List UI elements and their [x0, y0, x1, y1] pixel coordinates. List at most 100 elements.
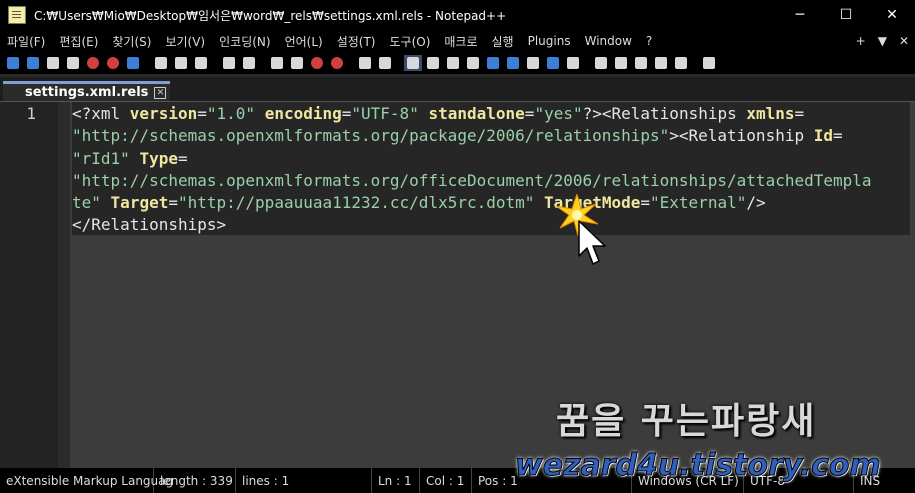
menu-tools[interactable]: 도구(O) [383, 33, 438, 50]
code-token: = [341, 104, 352, 123]
macro-run-multiple-icon[interactable] [652, 55, 670, 71]
macro-play-icon[interactable] [632, 55, 650, 71]
code-token: <? [72, 104, 92, 123]
tab-list-dropdown[interactable]: ▼ [878, 34, 887, 48]
code-token: = [794, 104, 805, 123]
save-icon[interactable] [44, 55, 62, 71]
line-number-gutter: 1 [0, 102, 70, 468]
menu-file[interactable]: 파일(F) [0, 33, 52, 50]
toolbar-separator [692, 55, 698, 71]
menu-encoding[interactable]: 인코딩(N) [212, 33, 277, 50]
code-token: Type [139, 148, 178, 168]
menu-macro[interactable]: 매크로 [437, 33, 484, 50]
code-token: ><Relationship [669, 126, 814, 146]
toolbar-separator [396, 55, 402, 71]
toolbar-separator [212, 55, 218, 71]
code-token: "http://ppaauuaa11232.cc/dlx5rc.dotm" [177, 193, 535, 213]
macro-stop-icon[interactable] [612, 55, 630, 71]
status-language: eXtensible Markup Languag [0, 468, 173, 493]
cut-icon[interactable] [152, 55, 170, 71]
replace-icon[interactable] [288, 55, 306, 71]
folder-workspace-icon[interactable] [504, 55, 522, 71]
code-token: /> [746, 193, 766, 213]
copy-icon[interactable] [172, 55, 190, 71]
close-document-button[interactable]: ✕ [899, 34, 909, 48]
code-token: "UTF-8" [351, 104, 419, 123]
menu-plugins[interactable]: Plugins [521, 34, 578, 48]
status-ln: Ln : 1 [372, 468, 420, 493]
toolbar-grip-icon[interactable] [700, 55, 718, 71]
toolbar-separator [260, 55, 266, 71]
tab-bar: settings.xml.rels ✕ [0, 77, 915, 102]
zoom-out-icon[interactable] [328, 55, 346, 71]
paste-icon[interactable] [192, 55, 210, 71]
window-title: C:₩Users₩Mio₩Desktop₩임서은₩word₩_rels₩sett… [34, 8, 507, 23]
word-wrap-icon[interactable] [404, 55, 422, 71]
redo-icon[interactable] [240, 55, 258, 71]
close-all-icon[interactable] [104, 55, 122, 71]
code-line[interactable]: "rId1" Type= [72, 148, 910, 170]
indent-guide-icon[interactable] [444, 55, 462, 71]
code-token: "External" [650, 193, 747, 213]
code-token: = [640, 193, 651, 213]
minimize-button[interactable]: ─ [777, 0, 823, 30]
notepadpp-window: C:₩Users₩Mio₩Desktop₩임서은₩word₩_rels₩sett… [0, 0, 915, 493]
undo-icon[interactable] [220, 55, 238, 71]
tab-settings-xml-rels[interactable]: settings.xml.rels ✕ [3, 81, 171, 101]
close-button[interactable]: ✕ [869, 0, 915, 30]
menu-settings[interactable]: 설정(T) [330, 33, 383, 50]
new-file-icon[interactable] [4, 55, 22, 71]
close-file-icon[interactable] [84, 55, 102, 71]
status-length: length : 339 [154, 468, 236, 493]
toolbar-separator [348, 55, 354, 71]
mouse-pointer-icon [578, 220, 606, 265]
code-token: "1.0" [206, 104, 256, 123]
code-token: xml [91, 104, 130, 123]
maximize-button[interactable]: ☐ [823, 0, 869, 30]
eye-icon[interactable] [564, 55, 582, 71]
macro-save-icon[interactable] [672, 55, 690, 71]
code-line[interactable]: te" Target="http://ppaauuaa11232.cc/dlx5… [72, 192, 910, 214]
find-icon[interactable] [268, 55, 286, 71]
menu-window[interactable]: Window [578, 34, 639, 48]
code-text[interactable]: <?xml version="1.0" encoding="UTF-8" sta… [72, 102, 910, 235]
menu-edit[interactable]: 편집(E) [52, 33, 105, 50]
code-line[interactable]: "http://schemas.openxmlformats.org/offic… [72, 170, 910, 192]
doc-map-icon[interactable] [464, 55, 482, 71]
code-token: "http://schemas.openxmlformats.org/offic… [72, 170, 872, 190]
menu-help[interactable]: ? [639, 34, 659, 48]
menu-run[interactable]: 실행 [485, 33, 521, 50]
monitoring-icon[interactable] [544, 55, 562, 71]
code-token: </Relationships> [72, 215, 227, 235]
doc-list-icon[interactable] [524, 55, 542, 71]
code-line[interactable]: <?xml version="1.0" encoding="UTF-8" sta… [72, 103, 910, 125]
menu-language[interactable]: 언어(L) [278, 33, 330, 50]
code-line[interactable]: "http://schemas.openxmlformats.org/packa… [72, 125, 910, 147]
sync-horizontal-icon[interactable] [376, 55, 394, 71]
tab-close-icon[interactable]: ✕ [154, 87, 167, 99]
code-token: = [524, 104, 535, 123]
toolbar-separator [584, 55, 590, 71]
notepadpp-app-icon[interactable] [8, 6, 26, 24]
print-icon[interactable] [124, 55, 142, 71]
code-token: "http://schemas.openxmlformats.org/packa… [72, 126, 670, 146]
menu-search[interactable]: 찾기(S) [105, 33, 158, 50]
title-bar[interactable]: C:₩Users₩Mio₩Desktop₩임서은₩word₩_rels₩sett… [0, 0, 915, 30]
add-tab-button[interactable]: + [856, 34, 866, 48]
sync-vertical-icon[interactable] [356, 55, 374, 71]
toolbar-separator [144, 55, 150, 71]
code-line[interactable]: </Relationships> [72, 214, 910, 236]
show-all-chars-icon[interactable] [424, 55, 442, 71]
macro-record-icon[interactable] [592, 55, 610, 71]
code-token: ?><Relationships [582, 104, 747, 123]
menu-view[interactable]: 보기(V) [158, 33, 212, 50]
fold-margin[interactable] [58, 102, 70, 468]
zoom-in-icon[interactable] [308, 55, 326, 71]
open-file-icon[interactable] [24, 55, 42, 71]
save-all-icon[interactable] [64, 55, 82, 71]
menu-bar: 파일(F) 편집(E) 찾기(S) 보기(V) 인코딩(N) 언어(L) 설정(… [0, 30, 915, 52]
function-list-icon[interactable] [484, 55, 502, 71]
